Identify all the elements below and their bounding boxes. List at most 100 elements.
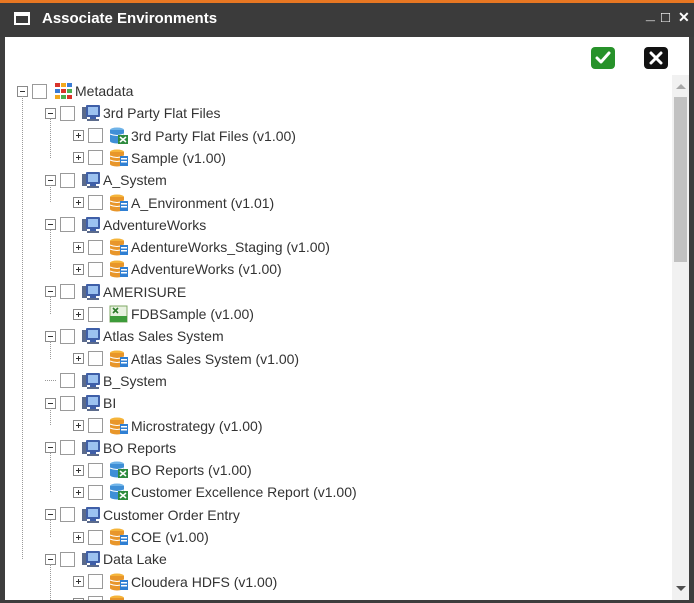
node-label: Data Lake [103,551,167,568]
expand-icon[interactable] [73,464,84,476]
node-checkbox[interactable] [88,150,103,166]
excel-icon [109,305,129,323]
node-checkbox[interactable] [60,328,75,344]
node-checkbox[interactable] [88,596,103,600]
node-checkbox[interactable] [60,284,75,300]
tree-node-system[interactable]: BI [45,392,116,414]
node-checkbox[interactable] [60,373,75,389]
node-checkbox[interactable] [60,440,75,456]
node-checkbox[interactable] [88,306,103,322]
tree-node-system[interactable]: AdventureWorks [45,214,206,236]
window-icon [14,12,30,25]
tree-node-environment[interactable]: Microstrategy (v1.00) [73,415,262,437]
node-label: 3rd Party Flat Files [103,105,221,122]
environment-tree: Metadata 3rd Party Flat Files 3rd Party Fl… [5,75,672,600]
collapse-icon[interactable] [45,509,56,521]
node-checkbox[interactable] [60,507,75,523]
database-icon [109,194,129,212]
tree-node-metadata[interactable]: Metadata [17,80,133,102]
vertical-scrollbar[interactable] [672,75,689,600]
expand-icon[interactable] [73,486,84,498]
expand-icon[interactable] [73,598,84,600]
node-label: 3rd Party Flat Files (v1.00) [131,127,296,144]
collapse-icon[interactable] [17,85,28,97]
database-icon [109,573,129,591]
tree-node-environment[interactable]: AdventureWorks (v1.00) [73,258,282,280]
node-checkbox[interactable] [88,239,103,255]
expand-icon[interactable] [73,241,84,253]
tree-node-environment[interactable]: Cloudera HDFS (v1.00) [73,571,277,593]
node-checkbox[interactable] [60,217,75,233]
tree-node-environment[interactable]: A_Environment (v1.01) [73,192,274,214]
tree-node-environment[interactable]: BO Reports (v1.00) [73,459,252,481]
node-checkbox[interactable] [88,195,103,210]
node-checkbox[interactable] [60,172,75,188]
collapse-icon[interactable] [45,442,56,454]
node-checkbox[interactable] [88,261,103,277]
expand-icon[interactable] [73,576,84,588]
minimize-button[interactable]: _ [646,6,655,24]
tree-node-environment[interactable]: Atlas Sales System (v1.00) [73,348,299,370]
dialog-toolbar [5,37,689,75]
collapse-icon[interactable] [45,397,56,409]
maximize-button[interactable]: □ [661,9,670,26]
tree-node-system[interactable]: BO Reports [45,437,176,459]
expand-icon[interactable] [73,531,84,543]
tree-node-environment[interactable]: Customer Excellence Report (v1.00) [73,481,357,503]
dialog-title: Associate Environments [42,10,218,27]
node-checkbox[interactable] [88,462,103,478]
tree-node-system[interactable]: A_System [45,169,167,191]
node-checkbox[interactable] [88,529,103,545]
expand-icon[interactable] [73,420,84,431]
expand-icon[interactable] [73,152,84,164]
tree-node-environment[interactable]: AdentureWorks_Staging (v1.00) [73,236,330,258]
expand-icon[interactable] [73,263,84,275]
tree-node-environment[interactable]: 3rd Party Flat Files (v1.00) [73,125,296,147]
system-icon [81,104,101,122]
tree-node-system[interactable]: Data Lake [45,548,167,570]
collapse-icon[interactable] [45,286,56,298]
collapse-icon[interactable] [45,174,56,186]
tree-node-environment[interactable]: Sample (v1.00) [73,147,226,169]
tree-connector-line [50,185,51,203]
check-icon [595,51,611,64]
node-checkbox[interactable] [60,395,75,411]
tree-node-system[interactable]: AMERISURE [45,281,186,303]
collapse-icon[interactable] [45,107,56,119]
scroll-thumb[interactable] [674,97,687,262]
tree-node-system[interactable]: B_System [45,370,167,392]
expand-icon[interactable] [73,130,84,142]
tree-node-environment[interactable]: FDBSample (v1.00) [73,303,254,325]
cancel-button[interactable] [644,47,668,69]
node-label: A_Environment (v1.01) [131,194,275,211]
expand-icon[interactable] [73,353,84,365]
scroll-down-arrow[interactable] [676,586,686,591]
tree-connector-line [50,229,51,270]
node-checkbox[interactable] [32,83,47,99]
ok-button[interactable] [591,47,615,69]
tree-node-environment[interactable] [73,593,131,600]
tree-leaf-connector [45,375,56,387]
node-checkbox[interactable] [88,351,103,367]
node-label: AdventureWorks [103,216,207,233]
scroll-up-arrow[interactable] [676,84,686,89]
tree-node-environment[interactable]: COE (v1.00) [73,526,209,548]
database-icon [109,149,129,167]
collapse-icon[interactable] [45,330,56,342]
node-checkbox[interactable] [88,484,103,500]
tree-node-system[interactable]: 3rd Party Flat Files [45,102,220,124]
node-checkbox[interactable] [60,551,75,567]
collapse-icon[interactable] [45,553,56,565]
tree-connector-line [50,408,51,426]
node-checkbox[interactable] [60,105,75,121]
tree-node-system[interactable]: Atlas Sales System [45,325,224,347]
expand-icon[interactable] [73,197,84,208]
tree-node-system[interactable]: Customer Order Entry [45,504,240,526]
node-checkbox[interactable] [88,128,103,144]
node-checkbox[interactable] [88,418,103,433]
flatfile-db-icon [109,483,129,501]
close-button[interactable]: ✕ [678,9,690,26]
node-checkbox[interactable] [88,574,103,590]
collapse-icon[interactable] [45,219,56,231]
expand-icon[interactable] [73,308,84,320]
